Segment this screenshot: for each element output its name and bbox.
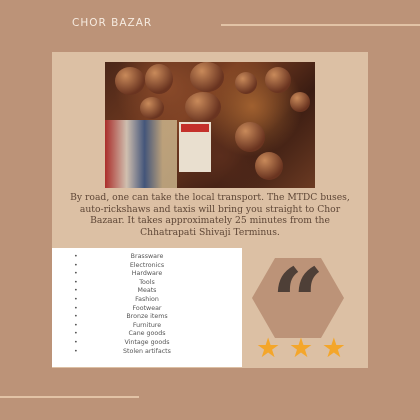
list-item-label: Furniture	[132, 321, 162, 329]
bullet-icon: •	[74, 321, 78, 329]
list-item-label: Fashion	[135, 295, 159, 303]
list-item-label: Footwear	[132, 304, 162, 312]
bullet-icon: •	[74, 347, 78, 355]
list-item-label: Brassware	[130, 253, 164, 260]
bullet-icon: •	[74, 313, 78, 321]
list-item-label: Meats	[137, 287, 157, 295]
list-item: • Footwear	[52, 305, 242, 314]
list-item: • Cane goods	[52, 330, 242, 339]
quote-hexagon: “	[252, 258, 344, 338]
divider-line-bottom	[0, 396, 139, 398]
star-rating: ★ ★ ★	[256, 335, 346, 363]
list-item: • Hardware	[52, 270, 242, 279]
items-list: • Brassware • Electronics • Hardware • Tools • Me…	[52, 248, 242, 367]
list-item-label: Stolen artifacts	[123, 347, 171, 355]
bullet-icon: •	[74, 270, 78, 278]
bullet-icon: •	[74, 330, 78, 338]
list-item-label: Electronics	[129, 261, 165, 269]
page-title: CHOR BAZAR	[72, 17, 153, 29]
bullet-icon: •	[74, 261, 78, 269]
list-item: • Furniture	[52, 322, 242, 331]
list-item: • Tools	[52, 279, 242, 288]
list-item: • Vintage goods	[52, 339, 242, 348]
list-item-label: Tools	[139, 278, 155, 286]
content-panel: By road, one can take the local transpor…	[52, 52, 368, 368]
list-item: • Meats	[52, 287, 242, 296]
bullet-icon: •	[74, 287, 78, 295]
divider-line	[221, 24, 420, 26]
star-icon: ★	[288, 333, 314, 364]
bullet-icon: •	[74, 338, 78, 346]
bullet-icon: •	[74, 304, 78, 312]
star-icon: ★	[321, 333, 346, 364]
market-photo	[105, 62, 315, 188]
bullet-icon: •	[74, 295, 78, 303]
list-item-label: Vintage goods	[124, 338, 170, 346]
list-item: • Brassware	[52, 253, 242, 262]
list-item-label: Bronze items	[126, 313, 168, 321]
list-item-label: Cane goods	[128, 330, 166, 338]
bullet-icon: •	[74, 278, 78, 286]
list-item: • Bronze items	[52, 313, 242, 322]
list-item: • Stolen artifacts	[52, 348, 242, 357]
description-text: By road, one can take the local transpor…	[70, 192, 350, 238]
list-item: • Electronics	[52, 262, 242, 271]
star-icon: ★	[256, 333, 281, 364]
bullet-icon: •	[74, 253, 78, 260]
list-item: • Fashion	[52, 296, 242, 305]
list-item-label: Hardware	[131, 270, 163, 278]
